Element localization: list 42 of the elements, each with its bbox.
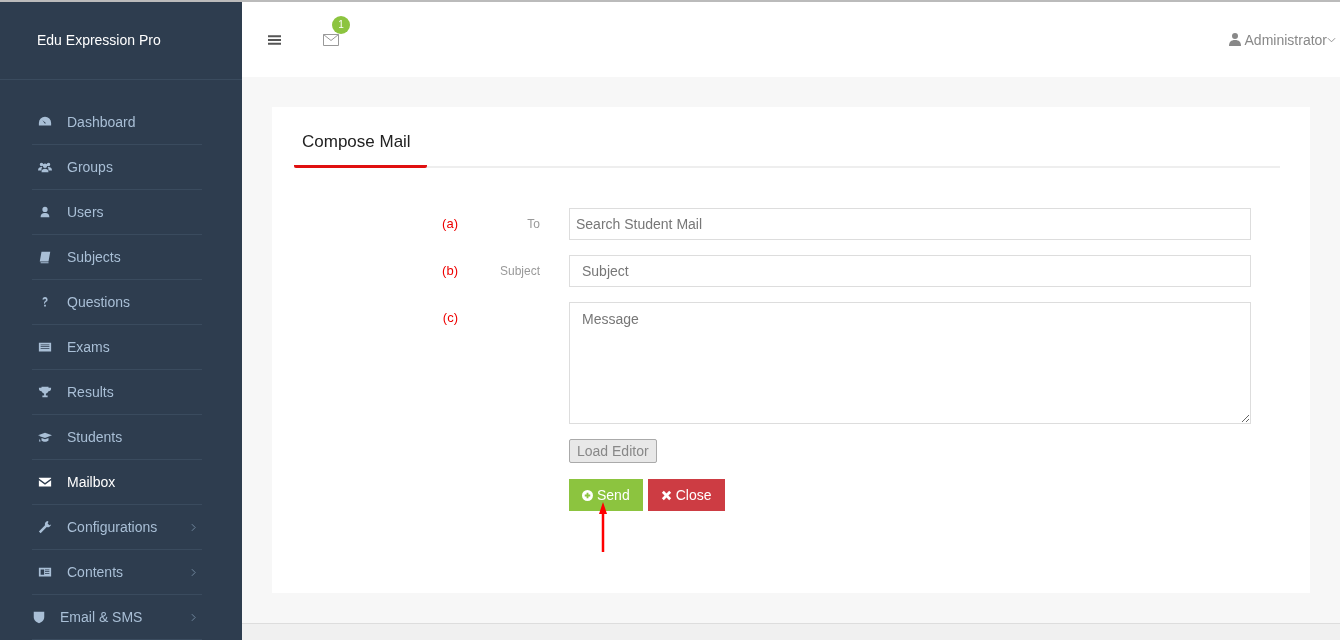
sidebar-item[interactable]: Exams — [32, 325, 202, 370]
user-icon — [38, 205, 52, 219]
plus-circle-icon — [582, 489, 593, 501]
close-icon — [660, 489, 672, 501]
envelope-icon — [38, 475, 52, 489]
field-label: To — [527, 217, 540, 231]
field-label: Subject — [499, 264, 540, 278]
sidebar-item[interactable]: Contents — [32, 550, 202, 595]
user-icon — [1228, 33, 1241, 46]
page-title: Compose Mail — [294, 132, 427, 168]
user-menu[interactable]: Administrator — [1228, 31, 1336, 48]
wrench-icon — [38, 520, 52, 534]
book-icon — [38, 250, 52, 264]
menu-icon[interactable] — [268, 33, 281, 46]
trophy-icon — [38, 385, 52, 399]
annotation-label: (c) — [441, 309, 458, 325]
newspaper-icon — [38, 565, 52, 579]
notification-badge: 1 — [332, 15, 350, 34]
shield-icon — [32, 610, 46, 624]
sidebar-item[interactable]: Configurations — [32, 505, 202, 550]
dashboard-icon — [38, 115, 52, 129]
annotation-label: (b) — [441, 262, 458, 278]
sidebar-item[interactable]: Mailbox — [32, 460, 202, 505]
annotation-arrow — [598, 502, 608, 552]
caret-icon — [1327, 36, 1336, 43]
input-field[interactable]: Search Student Mail — [569, 208, 1251, 240]
sidebar-item[interactable]: Dashboard — [32, 100, 202, 145]
envelope-icon[interactable] — [323, 33, 339, 46]
message-field[interactable]: Message — [569, 302, 1251, 424]
graduation-cap-icon — [38, 430, 52, 444]
sidebar-item[interactable]: Subjects — [32, 235, 202, 280]
input-field[interactable]: Subject — [569, 255, 1251, 287]
list-icon — [38, 340, 52, 354]
sidebar-item[interactable]: Results — [32, 370, 202, 415]
close-button[interactable]: Close — [647, 479, 725, 511]
sidebar-item[interactable]: Email & SMS — [32, 595, 202, 640]
annotation-label: (a) — [441, 215, 458, 231]
users-group-icon — [38, 160, 52, 174]
sidebar-item[interactable]: Groups — [32, 145, 202, 190]
sidebar-item[interactable]: Users — [32, 190, 202, 235]
sidebar-item[interactable]: Students — [32, 415, 202, 460]
sidebar-item[interactable]: Questions — [32, 280, 202, 325]
